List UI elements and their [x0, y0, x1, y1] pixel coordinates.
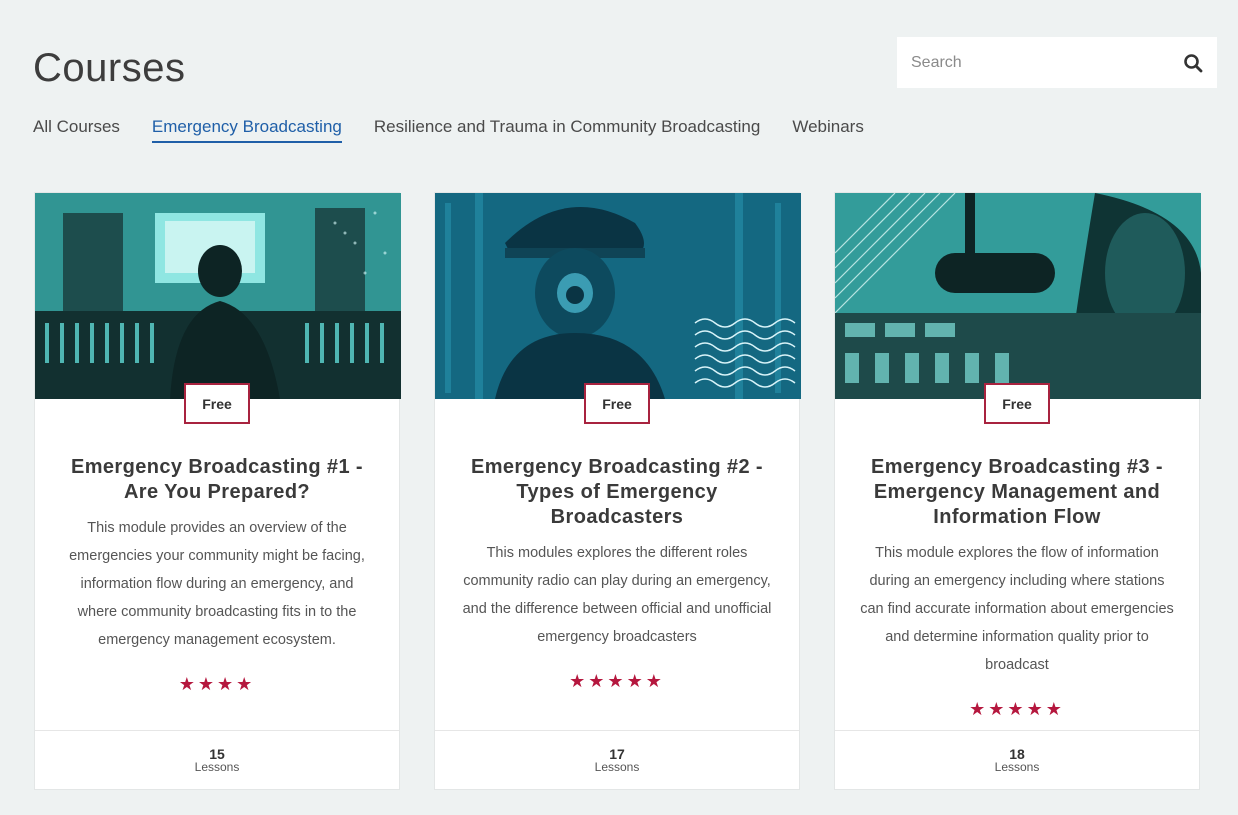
- course-image[interactable]: [435, 193, 801, 399]
- course-card[interactable]: Free Emergency Broadcasting #1 - Are You…: [34, 192, 401, 790]
- search-icon: [1184, 53, 1203, 72]
- course-description: This modules explores the different role…: [462, 545, 772, 645]
- course-title[interactable]: Emergency Broadcasting #1 - Are You Prep…: [65, 455, 369, 505]
- card-footer: 18 Lessons: [835, 730, 1199, 789]
- course-description: This module provides an overview of the …: [69, 520, 365, 648]
- course-title[interactable]: Emergency Broadcasting #2 - Types of Eme…: [465, 455, 769, 530]
- tab-webinars[interactable]: Webinars: [792, 117, 864, 143]
- tab-all-courses[interactable]: All Courses: [33, 117, 120, 143]
- lesson-count: 15: [209, 746, 225, 762]
- course-description: This module explores the flow of informa…: [860, 545, 1174, 673]
- course-image[interactable]: [835, 193, 1201, 399]
- search-button[interactable]: [1169, 37, 1217, 88]
- lesson-label: Lessons: [994, 760, 1040, 774]
- tab-resilience-and-trauma[interactable]: Resilience and Trauma in Community Broad…: [374, 117, 760, 143]
- search-input[interactable]: [897, 37, 1169, 88]
- lesson-count: 18: [1009, 746, 1025, 762]
- lesson-label: Lessons: [194, 760, 240, 774]
- price-badge: Free: [184, 383, 250, 424]
- course-card[interactable]: Free Emergency Broadcasting #2 - Types o…: [434, 192, 801, 790]
- lesson-label: Lessons: [594, 760, 640, 774]
- page-title: Courses: [33, 46, 186, 90]
- course-title[interactable]: Emergency Broadcasting #3 - Emergency Ma…: [865, 455, 1169, 530]
- course-card[interactable]: Free Emergency Broadcasting #3 - Emergen…: [834, 192, 1201, 790]
- category-tabs: All Courses Emergency Broadcasting Resil…: [33, 117, 864, 143]
- rating-stars: ★★★★: [178, 674, 256, 694]
- tab-emergency-broadcasting[interactable]: Emergency Broadcasting: [151, 117, 342, 143]
- rating-stars: ★★★★★: [569, 671, 665, 691]
- lesson-count: 17: [609, 746, 625, 762]
- price-badge: Free: [584, 383, 650, 424]
- price-badge: Free: [984, 383, 1050, 424]
- course-image[interactable]: [35, 193, 401, 399]
- card-footer: 17 Lessons: [435, 730, 799, 789]
- search-bar: [897, 37, 1217, 88]
- course-list: Free Emergency Broadcasting #1 - Are You…: [34, 192, 1201, 790]
- card-footer: 15 Lessons: [35, 730, 399, 789]
- rating-stars: ★★★★★: [969, 699, 1065, 719]
